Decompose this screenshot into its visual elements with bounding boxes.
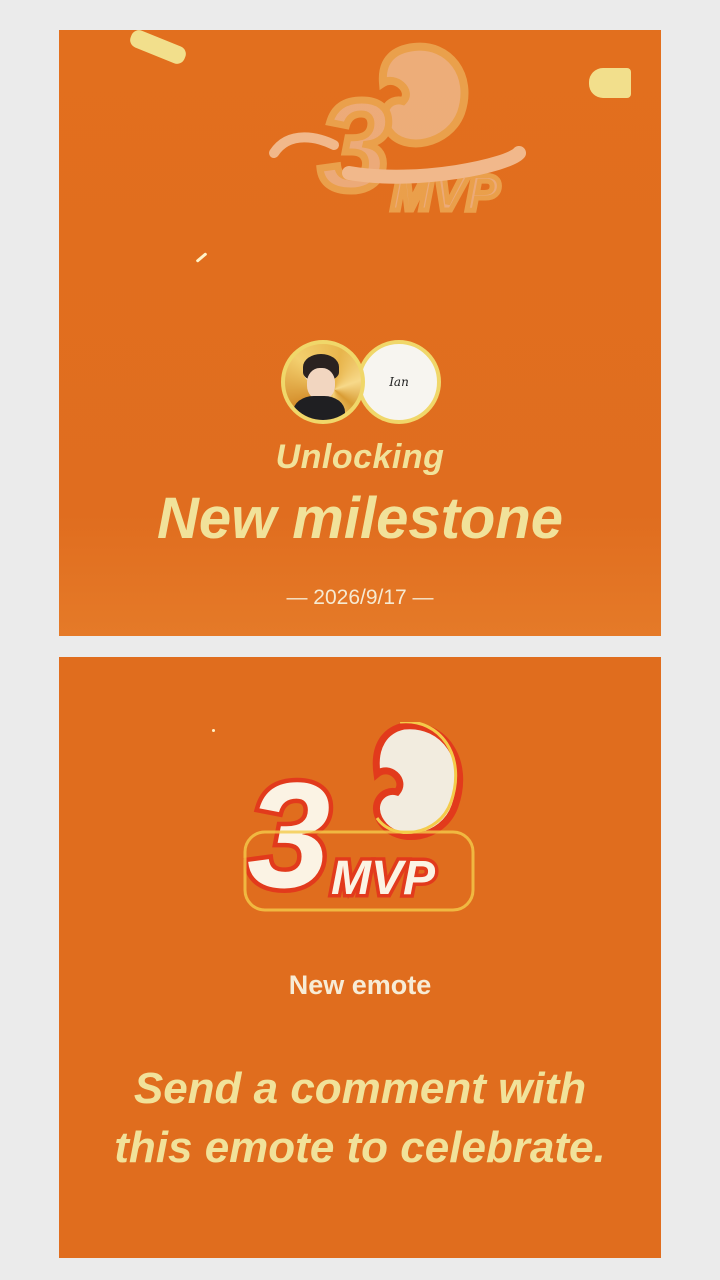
avatar[interactable]: Ian (357, 340, 441, 424)
milestone-heading: Unlocking (275, 438, 445, 476)
emote-card: 3 MVP New emote Send a comment with this… (59, 657, 661, 1258)
emote-label: New emote (288, 970, 432, 1000)
confetti (127, 30, 189, 67)
avatar[interactable] (281, 340, 365, 424)
svg-text:MVP: MVP (331, 852, 436, 905)
confetti (589, 68, 631, 98)
mvp-emote-icon: 3 MVP (243, 722, 475, 917)
emote-message: Send a comment with this emote to celebr… (114, 1064, 606, 1172)
confetti (212, 729, 215, 732)
avatar-name: Ian (389, 375, 409, 389)
confetti (195, 252, 208, 263)
avatar-group: Ian (281, 340, 443, 432)
milestone-date: — 2026/9/17 — (286, 586, 434, 609)
milestone-title: New milestone (156, 486, 564, 551)
milestone-card: 3 MVP Ian Unlocking New milestone — 2026… (59, 30, 661, 636)
mvp-emote-icon-faded: 3 MVP (269, 42, 526, 224)
